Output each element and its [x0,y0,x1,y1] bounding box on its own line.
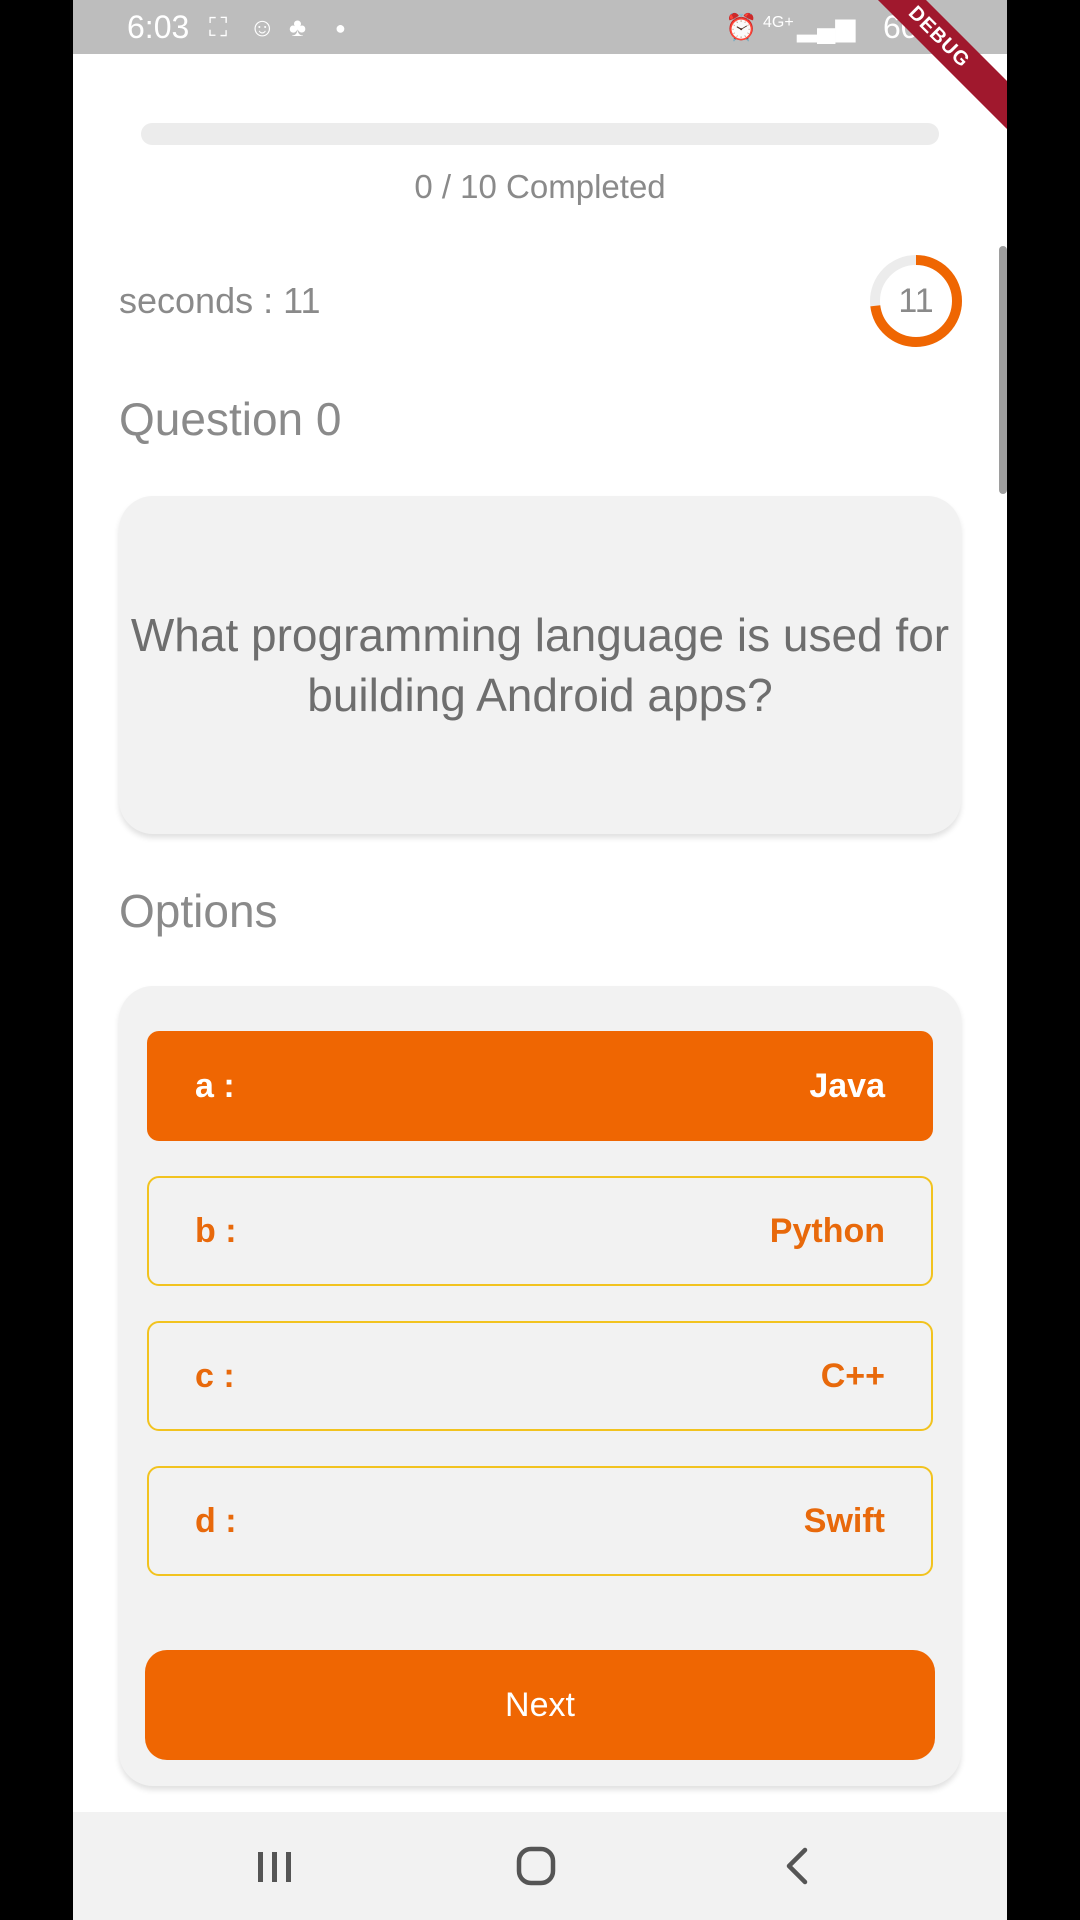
options-heading: Options [119,885,278,937]
option-a[interactable]: a : Java [147,1031,933,1141]
back-button[interactable] [737,1812,857,1920]
status-bar: 6:03 ⛶ ☺ ♣ ● ⏰ 4G+ ▂▄▆ 60% DEBUG [73,0,1007,141]
option-d[interactable]: d : Swift [147,1466,933,1576]
seconds-label: seconds : 11 [119,280,321,321]
scrollbar-thumb[interactable] [999,246,1007,494]
home-button[interactable] [476,1812,596,1920]
option-answer: Swift [803,1501,885,1540]
next-button[interactable]: Next [145,1650,935,1760]
signal-icon: ▂▄▆ [797,12,856,42]
progress-label: 0 / 10 Completed [414,168,666,205]
question-heading: Question 0 [119,393,342,445]
option-c[interactable]: c : C++ [147,1321,933,1431]
progress-bar [141,123,939,145]
options-card: a : Java b : Python c : C++ d : Swift Ne… [119,986,961,1786]
option-answer: Java [809,1066,885,1105]
option-answer: Python [769,1211,885,1250]
screenshot-icon: ⛶ [209,12,228,42]
home-icon [516,1846,556,1886]
option-letter: c : [195,1356,235,1395]
notification-icon: ☺ [249,12,276,42]
app-screen: 6:03 ⛶ ☺ ♣ ● ⏰ 4G+ ▂▄▆ 60% DEBUG 0 / 10 … [73,0,1007,1920]
option-letter: b : [195,1211,237,1250]
alarm-icon: ⏰ [725,12,758,42]
debug-banner: DEBUG [835,0,1007,141]
option-letter: d : [195,1501,237,1540]
more-notifications-icon: ● [335,18,346,38]
network-4g-icon: 4G+ [763,14,794,31]
question-text: What programming language is used for bu… [130,609,950,721]
app-notification-icon: ♣ [289,12,307,42]
countdown-value: 11 [898,282,934,320]
option-letter: a : [195,1066,235,1105]
question-card: What programming language is used for bu… [119,496,961,834]
system-nav-bar [73,1812,1007,1920]
option-b[interactable]: b : Python [147,1176,933,1286]
option-answer: C++ [820,1356,885,1395]
recents-button[interactable] [215,1812,335,1920]
status-time: 6:03 [127,9,190,45]
recents-icon [258,1852,291,1882]
back-icon [786,1847,808,1885]
